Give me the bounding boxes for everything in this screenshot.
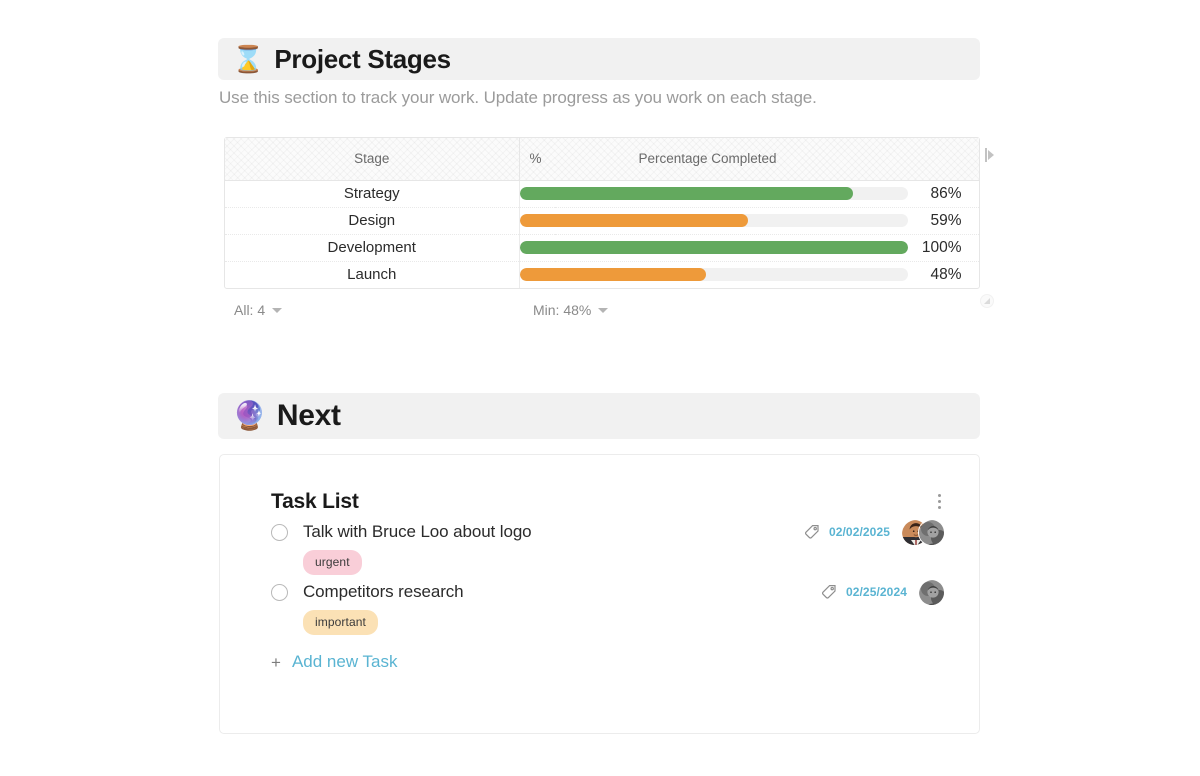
add-new-task-label: Add new Task xyxy=(291,652,398,671)
section-description: Use this section to track your work. Upd… xyxy=(219,88,817,107)
table-footer-min-label: Min: 48% xyxy=(533,302,592,318)
task-tag-badge[interactable]: important xyxy=(303,610,378,635)
cell-stage-name: Design xyxy=(225,207,520,235)
task-list-title: Task List xyxy=(271,489,359,513)
section-header-next: 🔮 Next xyxy=(218,393,980,439)
progress-bar-track[interactable] xyxy=(519,214,908,227)
hourglass-icon: ⌛ xyxy=(232,44,265,74)
progress-bar-track[interactable] xyxy=(519,187,908,200)
task-due-date[interactable]: 02/02/2025 xyxy=(829,525,890,539)
table-row[interactable]: Development 100% xyxy=(225,234,979,262)
page-title: Project Stages xyxy=(274,43,451,74)
progress-bar-fill xyxy=(519,241,908,254)
column-header-percent[interactable]: % xyxy=(518,138,555,181)
task-list-rows: Talk with Bruce Loo about logo 02/02/202… xyxy=(220,515,979,635)
plus-icon: + xyxy=(271,652,281,672)
task-list-header: Task List xyxy=(220,455,979,515)
progress-value-label: 59% xyxy=(930,211,962,229)
table-row[interactable]: Design 59% xyxy=(225,207,979,235)
task-assignees[interactable] xyxy=(918,578,945,606)
page-root: ⌛ Project Stages Use this section to tra… xyxy=(0,0,1200,776)
progress-bar-fill xyxy=(519,187,854,200)
task-checkbox[interactable] xyxy=(271,523,288,541)
task-tag-list: urgent xyxy=(271,550,945,575)
progress-value-label: 100% xyxy=(921,238,962,256)
progress-bar-fill xyxy=(519,214,749,227)
crystal-ball-icon: 🔮 xyxy=(232,400,267,431)
column-header-percentage-completed[interactable]: Percentage Completed xyxy=(555,138,979,181)
chevron-down-icon xyxy=(272,307,283,313)
progress-bar-track[interactable] xyxy=(519,241,908,254)
task-list-item[interactable]: Talk with Bruce Loo about logo 02/02/202… xyxy=(220,515,979,575)
progress-bar-fill xyxy=(519,268,706,282)
progress-value-label: 86% xyxy=(930,184,962,202)
chevron-down-icon xyxy=(598,307,609,313)
cell-progress: 86% xyxy=(519,180,979,208)
progress-value-label: 48% xyxy=(930,265,962,283)
table-row[interactable]: Launch 48% xyxy=(225,261,979,288)
table-footer-all-label: All: 4 xyxy=(234,302,266,318)
progress-bar-track[interactable] xyxy=(519,268,908,282)
task-list-item[interactable]: Competitors research 02/25/2024 importan… xyxy=(220,575,979,635)
task-due-date[interactable]: 02/25/2024 xyxy=(846,585,907,599)
tag-icon[interactable] xyxy=(804,524,820,540)
table-footer-all-control[interactable]: All: 4 xyxy=(234,302,283,318)
task-tag-badge[interactable]: urgent xyxy=(303,550,362,575)
tag-icon[interactable] xyxy=(821,584,837,600)
next-title: Next xyxy=(276,399,341,432)
cell-progress: 59% xyxy=(519,207,979,235)
table-header-row: Stage % Percentage Completed xyxy=(225,138,979,181)
cell-progress: 48% xyxy=(519,261,979,288)
cell-stage-name: Launch xyxy=(225,261,520,288)
project-stages-table: Stage % Percentage Completed Strategy 86%… xyxy=(224,137,980,289)
task-checkbox[interactable] xyxy=(271,583,288,601)
section-header-project-stages: ⌛ Project Stages xyxy=(218,38,980,80)
table-row[interactable]: Strategy 86% xyxy=(225,180,979,208)
more-options-icon[interactable] xyxy=(934,488,945,515)
task-assignees[interactable] xyxy=(901,518,945,546)
task-title: Competitors research xyxy=(303,582,464,601)
avatar xyxy=(918,518,945,546)
expand-column-icon[interactable] xyxy=(985,147,997,163)
task-list-card: Task List Talk with Bruce Loo about logo… xyxy=(219,454,980,734)
table-body: Strategy 86% Design 59% Development 100% Launc… xyxy=(225,180,979,288)
column-header-stage[interactable]: Stage xyxy=(225,138,519,181)
cell-stage-name: Development xyxy=(225,234,520,262)
task-tag-list: important xyxy=(271,610,945,635)
avatar xyxy=(918,578,945,606)
cell-progress: 100% xyxy=(519,234,979,262)
cell-stage-name: Strategy xyxy=(225,180,520,208)
table-resize-handle[interactable] xyxy=(980,294,994,308)
add-new-task-button[interactable]: + Add new Task xyxy=(220,652,979,672)
table-footer-min-control[interactable]: Min: 48% xyxy=(533,302,609,318)
task-title: Talk with Bruce Loo about logo xyxy=(303,522,532,541)
